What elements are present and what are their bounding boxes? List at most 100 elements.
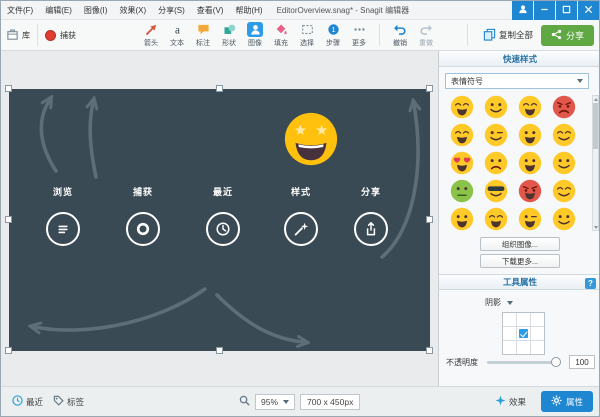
zoom-level-dropdown[interactable]: 95% — [255, 394, 295, 410]
emoji-style-angry[interactable] — [552, 95, 576, 119]
emoji-style-smirk[interactable] — [552, 151, 576, 175]
tool-text[interactable]: a文本 — [164, 22, 190, 48]
canvas-workspace: 浏览捕获最近样式分享 — [1, 51, 438, 388]
emoji-style-sick-green[interactable] — [450, 179, 474, 203]
capture-icon — [126, 212, 160, 246]
sign-in-button[interactable] — [512, 1, 533, 20]
redo-button[interactable]: 重做 — [413, 22, 439, 48]
shadow-cell-5[interactable] — [531, 327, 544, 340]
menu-item-0[interactable]: 文件(F) — [1, 1, 39, 20]
menu-item-5[interactable]: 查看(V) — [191, 1, 230, 20]
tool-shape[interactable]: 形状 — [216, 22, 242, 48]
shadow-cell-3[interactable] — [503, 327, 516, 340]
organize-images-button[interactable]: 组织图像... — [480, 237, 560, 251]
copy-all-button[interactable]: 复制全部 — [483, 28, 533, 43]
emoji-style-smile[interactable] — [484, 95, 508, 119]
emoji-style-smile2[interactable] — [552, 207, 576, 231]
shadow-cell-8[interactable] — [531, 341, 544, 354]
tag-icon — [53, 395, 64, 408]
scroll-up-icon[interactable] — [594, 98, 598, 101]
tool-fill[interactable]: 填充 — [268, 22, 294, 48]
selection-handle[interactable] — [5, 347, 12, 354]
library-button[interactable]: 库 — [6, 28, 30, 43]
recent-captures-button[interactable]: 最近 — [7, 392, 48, 411]
selection-handle[interactable] — [426, 216, 433, 223]
window-controls — [511, 1, 599, 20]
undo-button[interactable]: 撤销 — [387, 22, 413, 48]
tags-button[interactable]: 标签 — [48, 392, 89, 411]
menu-item-3[interactable]: 效果(X) — [113, 1, 152, 20]
share-button[interactable]: 分享 — [541, 25, 594, 46]
emoji-style-wink2[interactable] — [518, 207, 542, 231]
selection-handle[interactable] — [216, 85, 223, 92]
shadow-cell-0[interactable] — [503, 313, 516, 326]
emoji-style-sad[interactable] — [484, 151, 508, 175]
emoji-style-heart-eyes[interactable] — [450, 151, 474, 175]
shadow-cell-6[interactable] — [503, 341, 516, 354]
capture-button[interactable]: 捕获 — [45, 30, 76, 41]
tool-callout[interactable]: 标注 — [190, 22, 216, 48]
help-icon[interactable]: ? — [585, 278, 596, 289]
minimize-button[interactable] — [534, 1, 555, 20]
slider-thumb[interactable] — [551, 357, 561, 367]
shadow-cell-1[interactable] — [517, 313, 530, 326]
effects-button[interactable]: 效果 — [490, 392, 531, 411]
tool-properties-header[interactable]: 工具属性 ? — [439, 274, 600, 290]
tool-select[interactable]: 选择 — [294, 22, 320, 48]
zoom-controls: 95% 700 x 450px — [239, 394, 360, 410]
emoji-style-surprised[interactable] — [518, 151, 542, 175]
star-struck-emoji[interactable] — [282, 110, 340, 170]
emoji-style-happy-open[interactable] — [518, 123, 542, 147]
emoji-style-blush[interactable] — [552, 123, 576, 147]
shadow-cell-4[interactable] — [517, 327, 530, 340]
canvas-styles-label: 样式 — [271, 185, 331, 198]
emoji-style-joy[interactable] — [450, 123, 474, 147]
opacity-slider[interactable] — [487, 361, 560, 364]
canvas-image[interactable]: 浏览捕获最近样式分享 — [9, 89, 430, 351]
shadow-checkbox[interactable] — [519, 329, 528, 338]
shadow-cell-2[interactable] — [531, 313, 544, 326]
gear-icon — [551, 395, 562, 408]
person-icon — [518, 4, 528, 16]
sparkle-icon — [495, 395, 506, 408]
emoji-style-grin2[interactable] — [450, 207, 474, 231]
canvas-recent-item: 最近 — [193, 185, 253, 246]
tool-image[interactable]: 图像 — [242, 22, 268, 48]
emoji-style-rage[interactable] — [518, 179, 542, 203]
menu-item-6[interactable]: 帮助(H) — [229, 1, 268, 20]
emoji-style-happy2[interactable] — [552, 179, 576, 203]
opacity-value-field[interactable]: 100 — [569, 355, 595, 369]
maximize-button[interactable] — [556, 1, 577, 20]
scrollbar-thumb[interactable] — [593, 103, 598, 149]
tool-arrow[interactable]: 箭头 — [138, 22, 164, 48]
emoji-style-cool-shades[interactable] — [484, 179, 508, 203]
download-more-button[interactable]: 下载更多... — [480, 254, 560, 268]
scroll-down-icon[interactable] — [594, 226, 598, 229]
share-icon — [354, 212, 388, 246]
canvas-capture-item: 捕获 — [113, 185, 173, 246]
selection-handle[interactable] — [426, 85, 433, 92]
quick-styles-header[interactable]: 快速样式 — [439, 51, 600, 67]
selection-handle[interactable] — [5, 216, 12, 223]
chevron-down-icon — [507, 301, 513, 305]
shadow-dropdown[interactable]: 阴影 — [485, 297, 513, 308]
properties-button[interactable]: 属性 — [541, 391, 593, 412]
more-icon — [351, 22, 367, 37]
emoji-style-laugh2[interactable] — [484, 207, 508, 231]
svg-text:a: a — [175, 25, 180, 36]
selection-handle[interactable] — [216, 347, 223, 354]
close-button[interactable] — [578, 1, 599, 20]
emoji-style-laugh[interactable] — [518, 95, 542, 119]
emoji-style-grin[interactable] — [450, 95, 474, 119]
style-category-dropdown[interactable]: 表情符号 — [445, 73, 589, 89]
menu-item-1[interactable]: 编辑(E) — [39, 1, 78, 20]
shadow-cell-7[interactable] — [517, 341, 530, 354]
tool-more[interactable]: 更多 — [346, 22, 372, 48]
selection-handle[interactable] — [5, 85, 12, 92]
tool-step[interactable]: 1步骤 — [320, 22, 346, 48]
menu-item-2[interactable]: 图像(I) — [78, 1, 114, 20]
panel-scrollbar[interactable] — [592, 95, 599, 231]
selection-handle[interactable] — [426, 347, 433, 354]
menu-item-4[interactable]: 分享(S) — [152, 1, 191, 20]
emoji-style-wink[interactable] — [484, 123, 508, 147]
